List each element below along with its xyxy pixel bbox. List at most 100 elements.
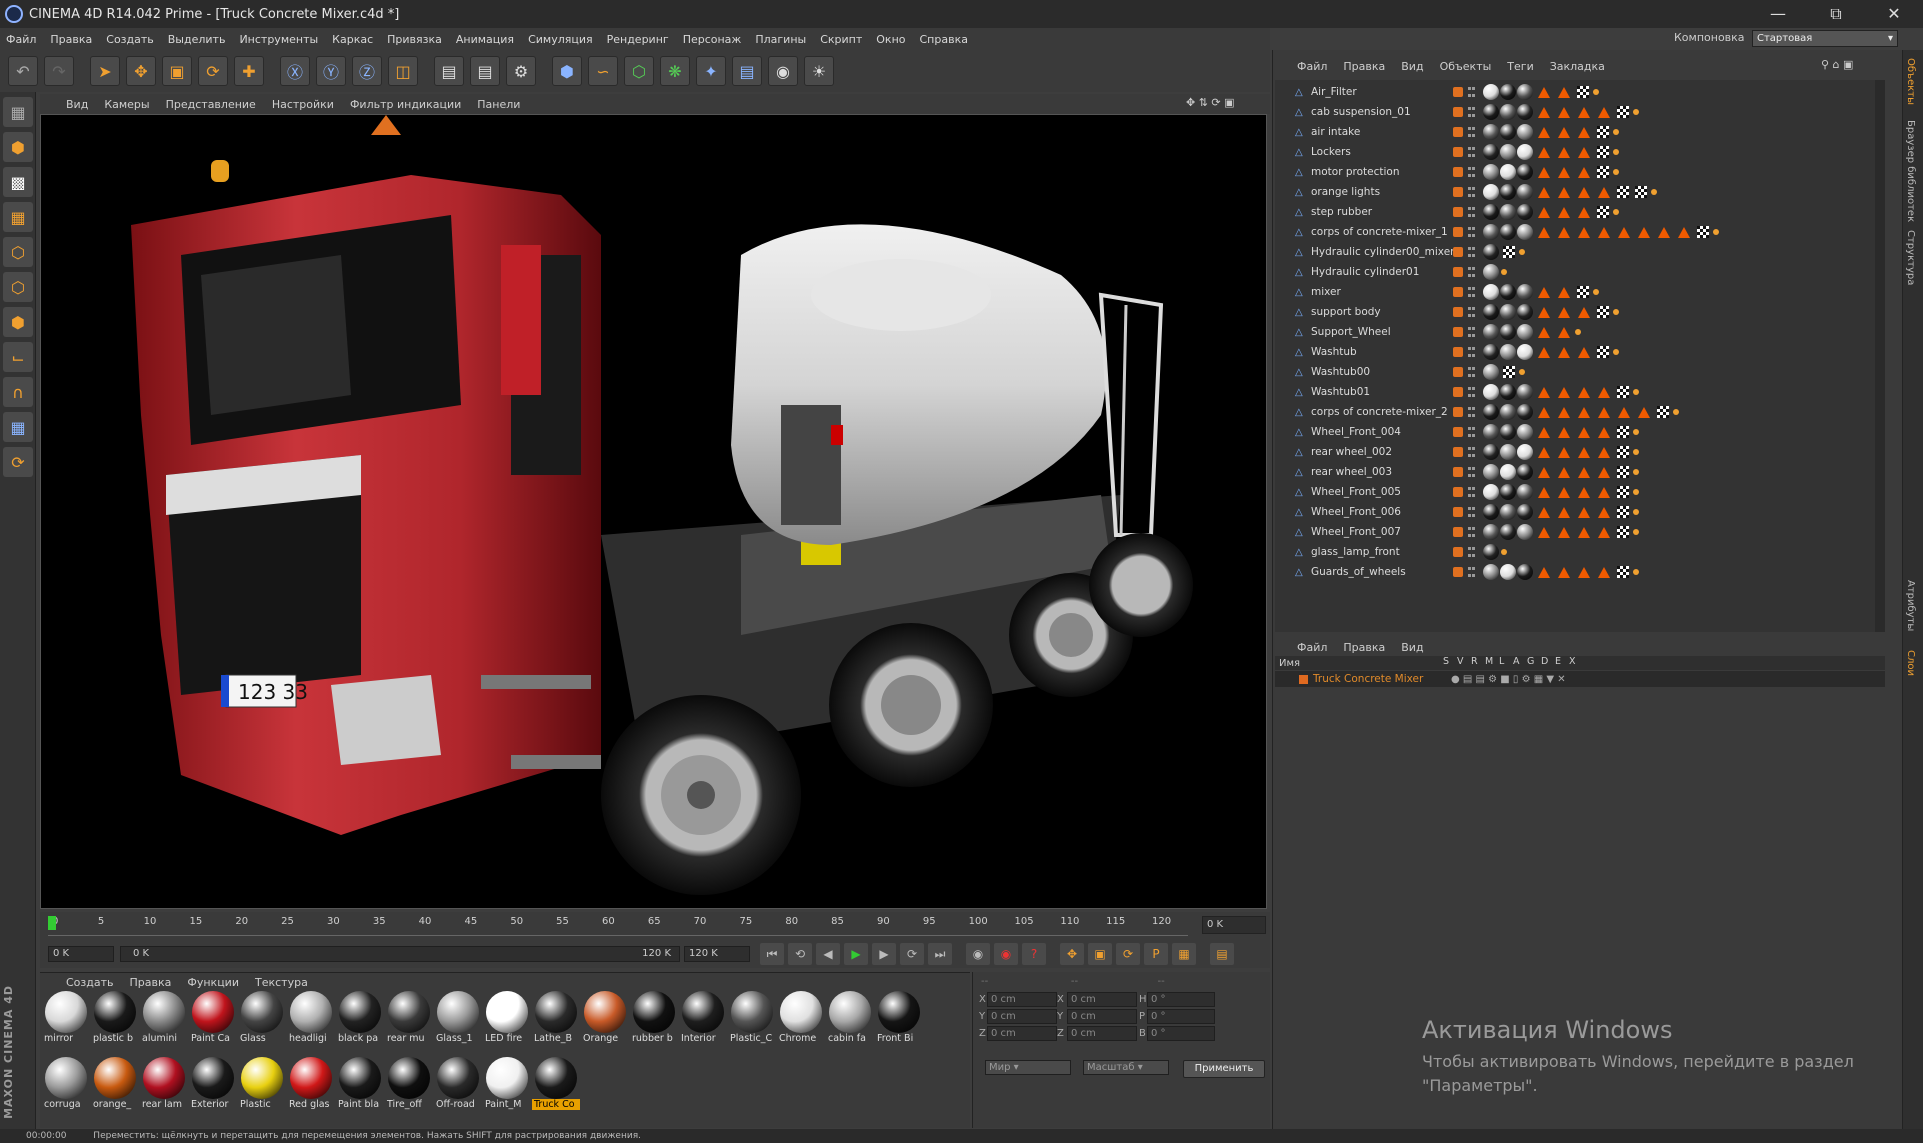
visibility-dots-icon[interactable] xyxy=(1468,147,1472,157)
material-tag-icon[interactable] xyxy=(1500,204,1516,220)
undo-button[interactable]: ↶ xyxy=(8,56,38,86)
key-scale-icon[interactable]: ▣ xyxy=(1088,943,1112,965)
frame-range-slider[interactable]: 0 K 120 K xyxy=(120,946,680,962)
viewport-menu-item-3[interactable]: Настройки xyxy=(272,98,334,111)
previous-key-icon[interactable]: ⟲ xyxy=(788,943,812,965)
layer-menu-item-2[interactable]: Вид xyxy=(1401,641,1423,654)
uvw-tag-icon[interactable] xyxy=(1538,446,1550,458)
uvw-tag-icon[interactable] xyxy=(1578,166,1590,178)
layer-color-icon[interactable] xyxy=(1453,207,1463,217)
material-tag-icon[interactable] xyxy=(1517,124,1533,140)
side-tab-1[interactable]: Браузер библиотек xyxy=(1905,120,1916,222)
layer-color-icon[interactable] xyxy=(1453,187,1463,197)
viewport-menu-item-1[interactable]: Камеры xyxy=(104,98,149,111)
material-swatch[interactable]: Paint bla xyxy=(336,1057,384,1117)
layer-menu-item-0[interactable]: Файл xyxy=(1297,641,1327,654)
texture-tag-icon[interactable] xyxy=(1617,566,1629,578)
material-tag-icon[interactable] xyxy=(1500,504,1516,520)
material-tag-icon[interactable] xyxy=(1517,204,1533,220)
material-tag-icon[interactable] xyxy=(1517,184,1533,200)
object-name[interactable]: rear wheel_002 xyxy=(1311,446,1392,458)
texture-tag-icon[interactable] xyxy=(1503,246,1515,258)
menu-item-7[interactable]: Анимация xyxy=(456,33,514,46)
material-tag-icon[interactable] xyxy=(1483,404,1499,420)
uvw-tag-icon[interactable] xyxy=(1558,346,1570,358)
layer-column-header[interactable]: L xyxy=(1499,656,1504,667)
uvw-tag-icon[interactable] xyxy=(1578,386,1590,398)
object-name[interactable]: orange lights xyxy=(1311,186,1380,198)
axis-mode-icon[interactable]: ⌙ xyxy=(3,342,33,372)
material-swatch[interactable]: alumini xyxy=(140,991,188,1051)
uvw-tag-icon[interactable] xyxy=(1678,226,1690,238)
uvw-tag-icon[interactable] xyxy=(1558,226,1570,238)
size-mode-select[interactable]: Масштаб ▾ xyxy=(1083,1060,1169,1075)
workplane-lock-icon[interactable]: ▦ xyxy=(3,412,33,442)
uvw-tag-icon[interactable] xyxy=(1558,526,1570,538)
material-swatch[interactable]: Tire_off xyxy=(385,1057,433,1117)
uvw-tag-icon[interactable] xyxy=(1558,306,1570,318)
layer-column-header[interactable]: S xyxy=(1443,656,1449,667)
material-swatch[interactable]: headligi xyxy=(287,991,335,1051)
layer-column-header[interactable]: E xyxy=(1555,656,1561,667)
layer-color-icon[interactable] xyxy=(1453,427,1463,437)
uvw-tag-icon[interactable] xyxy=(1598,446,1610,458)
material-tag-icon[interactable] xyxy=(1517,524,1533,540)
visibility-dots-icon[interactable] xyxy=(1468,287,1472,297)
uvw-tag-icon[interactable] xyxy=(1598,406,1610,418)
material-swatch[interactable]: rubber b xyxy=(630,991,678,1051)
layer-name[interactable]: Truck Concrete Mixer xyxy=(1313,673,1423,685)
make-editable-icon[interactable]: ▦ xyxy=(3,97,33,127)
object-row[interactable]: △ Washtub00 xyxy=(1275,362,1885,382)
material-tag-icon[interactable] xyxy=(1483,384,1499,400)
material-swatch[interactable]: Interior xyxy=(679,991,727,1051)
visibility-dots-icon[interactable] xyxy=(1468,107,1472,117)
visibility-dots-icon[interactable] xyxy=(1468,327,1472,337)
uvw-tag-icon[interactable] xyxy=(1558,146,1570,158)
texture-tag-icon[interactable] xyxy=(1597,166,1609,178)
layer-column-header[interactable]: V xyxy=(1457,656,1464,667)
object-row[interactable]: △ cab suspension_01 xyxy=(1275,102,1885,122)
material-tag-icon[interactable] xyxy=(1500,184,1516,200)
uvw-tag-icon[interactable] xyxy=(1558,426,1570,438)
object-name[interactable]: Washtub xyxy=(1311,346,1357,358)
layer-color-icon[interactable] xyxy=(1453,407,1463,417)
object-name[interactable]: rear wheel_003 xyxy=(1311,466,1392,478)
selection-tag-icon[interactable] xyxy=(1633,529,1639,535)
uvw-tag-icon[interactable] xyxy=(1558,166,1570,178)
material-tag-icon[interactable] xyxy=(1517,504,1533,520)
layer-color-icon[interactable] xyxy=(1453,487,1463,497)
material-tag-icon[interactable] xyxy=(1500,224,1516,240)
object-manager-search-icon[interactable]: ⚲ ⌂ ▣ xyxy=(1821,58,1853,71)
selection-tag-icon[interactable] xyxy=(1593,289,1599,295)
selection-tag-icon[interactable] xyxy=(1575,329,1581,335)
record-keys-icon[interactable]: ◉ xyxy=(966,943,990,965)
side-tab-3[interactable]: Атрибуты xyxy=(1905,580,1916,631)
uvw-tag-icon[interactable] xyxy=(1618,406,1630,418)
object-row[interactable]: △ glass_lamp_front xyxy=(1275,542,1885,562)
texture-tag-icon[interactable] xyxy=(1617,526,1629,538)
uvw-tag-icon[interactable] xyxy=(1598,186,1610,198)
material-tag-icon[interactable] xyxy=(1517,444,1533,460)
coord-value-field[interactable]: 0 cm xyxy=(1067,992,1137,1007)
uvw-tag-icon[interactable] xyxy=(1638,406,1650,418)
viewport-menu-item-5[interactable]: Панели xyxy=(477,98,520,111)
uvw-tag-icon[interactable] xyxy=(1538,326,1550,338)
menu-item-0[interactable]: Файл xyxy=(6,33,36,46)
material-tag-icon[interactable] xyxy=(1483,464,1499,480)
uvw-tag-icon[interactable] xyxy=(1578,186,1590,198)
layer-color-icon[interactable] xyxy=(1453,287,1463,297)
layer-color-icon[interactable] xyxy=(1453,467,1463,477)
uvw-tag-icon[interactable] xyxy=(1558,446,1570,458)
visibility-dots-icon[interactable] xyxy=(1468,207,1472,217)
texture-tag-icon[interactable] xyxy=(1617,186,1629,198)
object-row[interactable]: △ Wheel_Front_007 xyxy=(1275,522,1885,542)
uvw-tag-icon[interactable] xyxy=(1538,226,1550,238)
uvw-tag-icon[interactable] xyxy=(1578,486,1590,498)
object-name[interactable]: step rubber xyxy=(1311,206,1372,218)
visibility-dots-icon[interactable] xyxy=(1468,167,1472,177)
close-icon[interactable]: ✕ xyxy=(1865,0,1923,28)
material-swatch[interactable]: Exterior xyxy=(189,1057,237,1117)
uvw-tag-icon[interactable] xyxy=(1538,186,1550,198)
selection-tag-icon[interactable] xyxy=(1633,109,1639,115)
viewport-menu-item-4[interactable]: Фильтр индикации xyxy=(350,98,461,111)
